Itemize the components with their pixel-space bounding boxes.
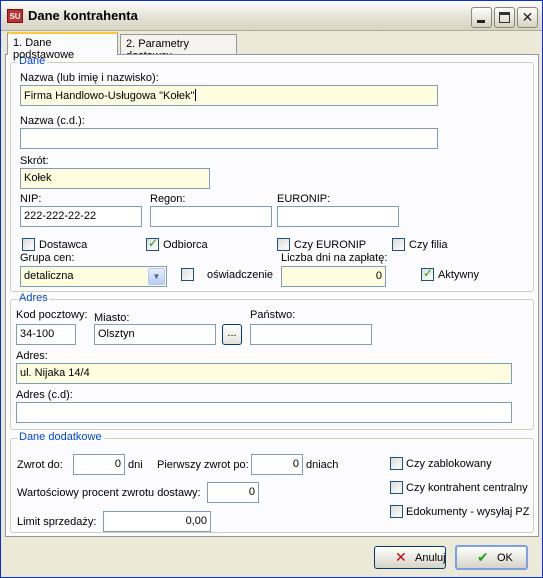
odbiorca-label: Odbiorca — [163, 239, 208, 251]
minimize-icon — [477, 20, 485, 23]
pierwszy-zwrot-unit: dniach — [306, 459, 339, 471]
group-adres-label: Adres — [17, 292, 50, 304]
pierwszy-zwrot-label: Pierwszy zwrot po: — [157, 459, 249, 471]
zwrot-do-label: Zwrot do: — [17, 459, 63, 471]
minimize-button[interactable] — [471, 7, 492, 28]
close-icon: ✕ — [521, 9, 534, 25]
app-logo-icon: SU — [7, 9, 23, 23]
euronip-label: EURONIP: — [277, 193, 331, 205]
adres-cd-label: Adres (c.d): — [16, 389, 73, 401]
procent-zwrotu-input[interactable]: 0 — [207, 482, 259, 503]
czy-euronip-checkbox[interactable] — [277, 238, 290, 251]
nip-input[interactable]: 222-222-22-22 — [20, 206, 142, 227]
czy-euronip-label: Czy EURONIP — [294, 239, 367, 251]
maximize-icon — [499, 12, 510, 23]
miasto-input[interactable]: Olsztyn — [94, 324, 216, 345]
panstwo-input[interactable] — [250, 324, 372, 345]
adres-label: Adres: — [16, 350, 48, 362]
cancel-button[interactable]: ✕ Anuluj — [374, 546, 446, 569]
miasto-browse-button[interactable]: ... — [222, 324, 242, 345]
limit-sprzedazy-label: Limit sprzedaży: — [17, 516, 97, 528]
text-caret — [195, 89, 197, 101]
cancel-button-label: Anuluj — [415, 552, 446, 564]
maximize-button[interactable] — [494, 7, 515, 28]
dostawca-checkbox[interactable] — [22, 238, 35, 251]
zwrot-do-input[interactable]: 0 — [73, 454, 125, 475]
tab-dane-podstawowe[interactable]: 1. Dane podstawowe — [7, 32, 118, 61]
czy-filia-checkbox[interactable] — [392, 238, 405, 251]
group-dane-dodatkowe: Dane dodatkowe Zwrot do: 0 dni Pierwszy … — [10, 431, 534, 533]
kontrahent-centralny-label: Czy kontrahent centralny — [406, 482, 528, 494]
grupa-cen-select[interactable]: detaliczna ▼ — [20, 266, 167, 287]
oswiadczenie-label: oświadczenie — [207, 269, 274, 281]
group-adres: Adres Kod pocztowy: 34-100 Miasto: Olszt… — [10, 292, 534, 430]
oswiadczenie-checkbox[interactable] — [181, 268, 194, 281]
edokumenty-checkbox[interactable] — [390, 505, 403, 518]
cancel-x-icon: ✕ — [395, 549, 407, 565]
close-button[interactable]: ✕ — [517, 7, 538, 28]
limit-sprzedazy-input[interactable]: 0,00 — [103, 511, 211, 532]
regon-input[interactable] — [150, 206, 272, 227]
aktywny-label: Aktywny — [438, 269, 479, 281]
nazwa-label: Nazwa (lub imię i nazwisko): — [20, 72, 159, 84]
edokumenty-label: Edokumenty - wysyłaj PZ — [406, 506, 530, 518]
nazwa-cd-label: Nazwa (c.d.): — [20, 115, 85, 127]
nazwa-value: Firma Handlowo-Usługowa "Kołek" — [24, 90, 195, 102]
liczba-dni-label: Liczba dni na zapłatę: — [281, 252, 388, 264]
adres-input[interactable]: ul. Nijaka 14/4 — [16, 363, 512, 384]
title-bar[interactable]: SU Dane kontrahenta ✕ — [1, 1, 542, 31]
kod-pocztowy-label: Kod pocztowy: — [16, 309, 88, 321]
group-dane-dodatkowe-label: Dane dodatkowe — [17, 431, 104, 443]
ok-check-icon: ✔ — [477, 549, 489, 565]
ok-button[interactable]: ✔ OK — [455, 545, 528, 570]
tab-parametry-dostawcy[interactable]: 2. Parametry dostawcy — [120, 34, 237, 62]
tab-panel: Dane Nazwa (lub imię i nazwisko): Firma … — [5, 54, 539, 537]
panstwo-label: Państwo: — [250, 309, 296, 321]
nazwa-cd-input[interactable] — [20, 128, 438, 149]
czy-filia-label: Czy filia — [409, 239, 448, 251]
zwrot-do-unit: dni — [128, 459, 143, 471]
dialog-window: SU Dane kontrahenta ✕ 1. Dane podstawowe… — [0, 0, 543, 578]
nazwa-input[interactable]: Firma Handlowo-Usługowa "Kołek" — [20, 85, 438, 106]
dostawca-label: Dostawca — [39, 239, 88, 251]
window-title: Dane kontrahenta — [28, 8, 138, 23]
kod-pocztowy-input[interactable]: 34-100 — [16, 324, 76, 345]
zablokowany-checkbox[interactable] — [390, 457, 403, 470]
euronip-input[interactable] — [277, 206, 399, 227]
skrot-input[interactable]: Kołek — [20, 168, 210, 189]
procent-zwrotu-label: Wartościowy procent zwrotu dostawy: — [17, 487, 201, 499]
grupa-cen-value: detaliczna — [24, 270, 74, 282]
grupa-cen-label: Grupa cen: — [20, 252, 75, 264]
pierwszy-zwrot-input[interactable]: 0 — [251, 454, 303, 475]
chevron-down-icon[interactable]: ▼ — [148, 268, 165, 285]
odbiorca-checkbox[interactable] — [146, 236, 159, 251]
skrot-label: Skrót: — [20, 155, 49, 167]
nip-label: NIP: — [20, 193, 42, 205]
adres-cd-input[interactable] — [16, 402, 512, 423]
aktywny-checkbox[interactable] — [421, 266, 434, 281]
zablokowany-label: Czy zablokowany — [406, 458, 492, 470]
regon-label: Regon: — [150, 193, 186, 205]
ok-button-label: OK — [497, 552, 513, 564]
group-dane: Dane Nazwa (lub imię i nazwisko): Firma … — [10, 55, 534, 292]
miasto-label: Miasto: — [94, 312, 130, 324]
kontrahent-centralny-checkbox[interactable] — [390, 481, 403, 494]
liczba-dni-input[interactable]: 0 — [281, 266, 386, 287]
